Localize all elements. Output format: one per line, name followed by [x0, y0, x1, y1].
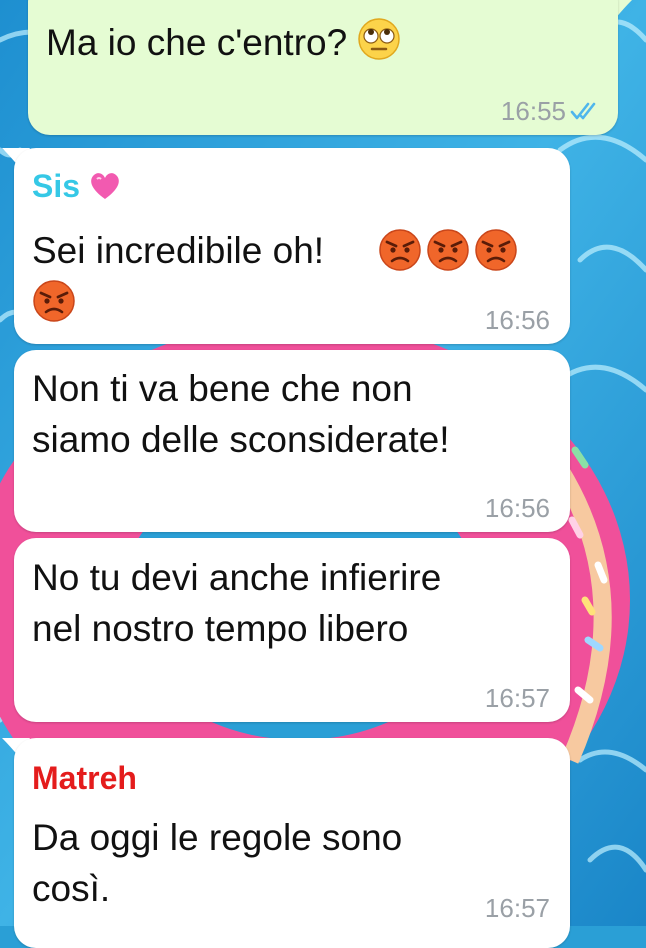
message-timestamp: 16:56: [484, 493, 550, 523]
angry-face-emoji-icon: [427, 229, 469, 271]
message-text-line: Da oggi le regole sono: [32, 817, 403, 858]
message-bubble-outgoing[interactable]: Ma io che c'entro? 16:55: [28, 0, 618, 135]
sender-name: Matreh: [32, 760, 137, 796]
message-text-line: siamo delle sconsiderate!: [32, 419, 450, 460]
message-text-line: No tu devi anche infierire: [32, 557, 442, 598]
message-timestamp: 16:56: [484, 305, 550, 335]
message-text-line: Non ti va bene che non: [32, 368, 413, 409]
rolling-eyes-emoji-icon: [358, 18, 401, 60]
message-bubble-incoming[interactable]: Matreh Da oggi le regole sono così. 16:5…: [14, 738, 570, 948]
pink-heart-emoji-icon: [91, 173, 119, 199]
message-bubble-incoming[interactable]: Non ti va bene che non siamo delle scons…: [14, 350, 570, 532]
message-timestamp: 16:57: [484, 683, 550, 713]
message-text: Ma io che c'entro?: [46, 17, 401, 68]
message-text: Sei incredibile oh!: [32, 230, 325, 271]
double-check-read-icon: [570, 102, 596, 120]
emoji-row: [378, 228, 522, 274]
message-timestamp: 16:55: [500, 96, 566, 126]
message-bubble-incoming[interactable]: Sis Sei incredibile oh! 16:56: [14, 148, 570, 344]
angry-face-emoji-icon: [33, 280, 75, 322]
sender-name: Sis: [32, 168, 121, 205]
message-bubble-incoming[interactable]: No tu devi anche infierire nel nostro te…: [14, 538, 570, 722]
angry-face-emoji-icon: [379, 229, 421, 271]
emoji-row: [32, 279, 80, 325]
angry-face-emoji-icon: [475, 229, 517, 271]
message-timestamp: 16:57: [484, 893, 550, 923]
message-text-line: nel nostro tempo libero: [32, 608, 409, 649]
message-text-line: così.: [32, 868, 111, 909]
